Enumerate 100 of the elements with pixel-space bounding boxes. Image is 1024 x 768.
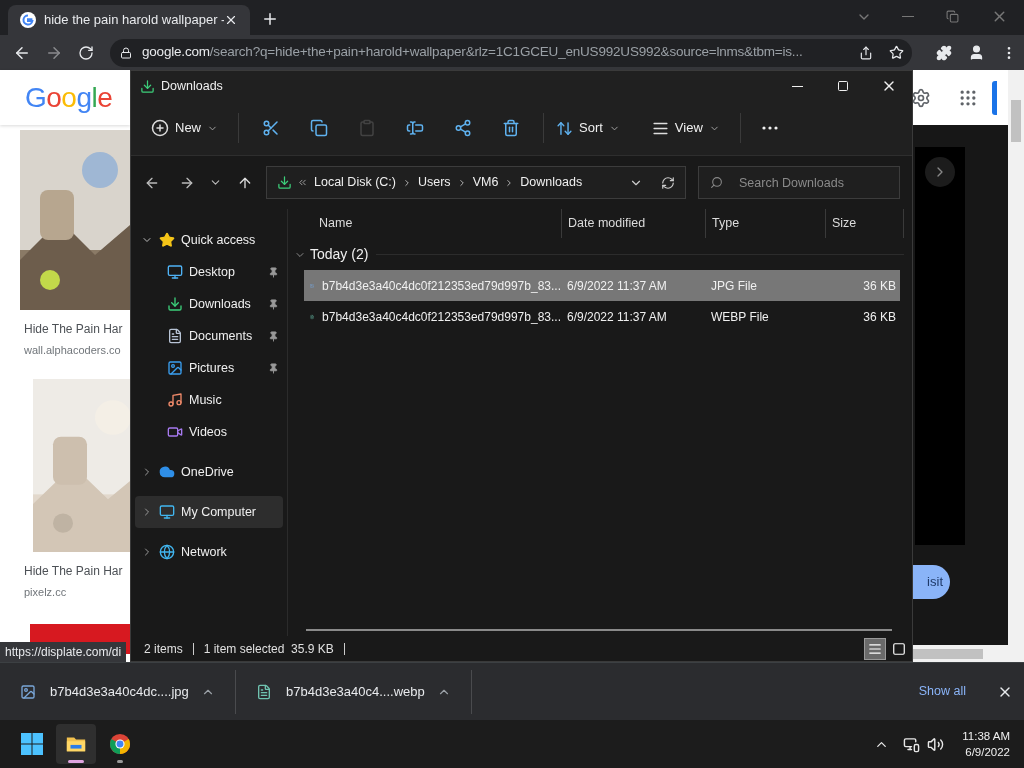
clock-date[interactable]: 6/9/2022 — [965, 744, 1010, 760]
search-field[interactable]: Search Downloads — [698, 166, 900, 199]
share-icon — [454, 119, 472, 137]
monitor-icon — [159, 504, 175, 520]
result-source: pixelz.cc — [24, 584, 68, 600]
document-icon — [167, 328, 183, 344]
google-logo[interactable]: Google — [25, 83, 113, 112]
horizontal-scrollbar[interactable] — [306, 629, 892, 631]
clock-time[interactable]: 11:38 AM — [962, 728, 1010, 744]
column-header[interactable]: Date modified — [561, 209, 705, 238]
nav-item[interactable]: Downloads — [135, 288, 283, 320]
address-bar[interactable]: Local Disk (C:) Users VM6 Downloads — [266, 166, 686, 199]
nav-item[interactable]: My Computer — [135, 496, 283, 528]
nav-item[interactable]: OneDrive — [135, 456, 283, 488]
nav-label: Quick access — [181, 231, 257, 249]
chrome-icon — [109, 733, 131, 755]
sort-button[interactable]: Sort — [548, 111, 628, 145]
image-file-icon — [20, 683, 36, 700]
breadcrumb-item[interactable]: Users — [417, 173, 451, 192]
download-item[interactable]: b7b4d3e3a40c4dc....jpg — [0, 669, 236, 714]
nav-label: Documents — [189, 327, 254, 345]
nav-label: My Computer — [181, 503, 258, 521]
explorer-taskbar-button[interactable] — [56, 724, 96, 764]
result-title[interactable]: Hide The Pain Har — [24, 320, 130, 338]
nav-label: Network — [181, 543, 228, 561]
breadcrumb-item[interactable]: VM6 — [472, 173, 499, 192]
close-icon — [224, 13, 238, 27]
webp-file-icon — [256, 683, 272, 700]
nav-item[interactable]: Pictures — [135, 352, 283, 384]
google-favicon-icon — [20, 12, 36, 28]
lock-icon — [120, 46, 132, 59]
trash-icon — [502, 119, 520, 137]
reload-icon — [78, 44, 94, 61]
nav-item[interactable]: Desktop — [135, 256, 283, 288]
type-cell-text: WEBP File — [710, 308, 770, 326]
download-file-name: b7b4d3e3a40c4dc....jpg — [50, 682, 190, 701]
result-title[interactable]: Hide The Pain Har — [24, 561, 130, 580]
status-url: https://displate.com/di — [0, 642, 127, 662]
nav-label: Music — [189, 391, 223, 409]
nav-label: Desktop — [189, 263, 236, 281]
tiles-view-icon — [892, 641, 906, 656]
copy-icon — [310, 119, 328, 137]
result-source: wall.alphacoders.co — [24, 343, 122, 358]
video-icon — [167, 424, 183, 440]
vertical-scrollbar[interactable] — [1008, 70, 1024, 645]
download-icon — [140, 78, 155, 94]
date-cell-text: 6/9/2022 11:37 AM — [566, 277, 668, 295]
nav-label: OneDrive — [181, 463, 235, 481]
size-cell-text: 36 KB — [862, 308, 897, 326]
nav-label: Pictures — [189, 359, 236, 377]
maximize-icon — [837, 80, 849, 92]
type-cell-text: JPG File — [710, 277, 758, 295]
extensions-icon — [936, 44, 952, 61]
file-name: b7b4d3e3a40c4dc0f212353ed79d997b_83... — [322, 308, 561, 326]
file-row[interactable]: b7b4d3e3a40c4dc0f212353ed79d997b_83... 6/9/2022 11:37 AM JPG File 36 KB — [304, 270, 900, 301]
download-item[interactable]: b7b4d3e3a40c4....webp — [236, 669, 472, 714]
view-button[interactable]: View — [643, 111, 728, 145]
new-button[interactable]: New — [143, 111, 226, 145]
more-icon — [761, 126, 778, 130]
column-header[interactable]: Size — [825, 209, 904, 238]
group-header[interactable]: Today (2) — [310, 244, 369, 265]
file-row[interactable]: b7b4d3e3a40c4dc0f212353ed79d997b_83... 6/9/2022 11:37 AM WEBP File 36 KB — [304, 301, 900, 332]
plus-circle-icon — [151, 119, 169, 137]
show-all-link[interactable]: Show all — [918, 682, 966, 701]
nav-item[interactable]: Quick access — [135, 224, 283, 256]
overflow-icon — [297, 177, 308, 188]
nav-item[interactable]: Music — [135, 384, 283, 416]
horizontal-scrollbar[interactable] — [913, 645, 1024, 662]
network-icon — [903, 735, 921, 753]
volume-icon — [927, 735, 945, 753]
search-icon — [710, 176, 723, 189]
column-header[interactable]: Type — [705, 209, 825, 238]
plus-icon — [261, 10, 279, 28]
network-icon — [159, 544, 175, 560]
details-view-icon — [868, 641, 882, 656]
item-count: 2 items — [144, 640, 183, 658]
breadcrumb-item[interactable]: Downloads — [520, 173, 583, 192]
windows-logo-icon — [20, 732, 44, 756]
nav-item[interactable]: Videos — [135, 416, 283, 448]
nav-item[interactable]: Network — [135, 536, 283, 568]
visit-button[interactable]: isit — [913, 565, 950, 599]
column-header[interactable]: Name — [304, 209, 561, 238]
refresh-icon — [661, 175, 675, 190]
omnibox[interactable]: google.com/search?q=hide+the+pain+harold+wallpaper&rlz=1C1GCEU_enUS992US992&source=lnms&tbm=is... — [110, 38, 912, 67]
browser-tab[interactable]: hide the pain harold wallpaper - — [8, 5, 250, 35]
pictures-icon — [167, 360, 183, 376]
settings-icon — [911, 87, 931, 108]
bookmark-icon — [889, 45, 904, 60]
breadcrumb-item[interactable]: Local Disk (C:) — [314, 173, 396, 192]
nav-item[interactable]: Documents — [135, 320, 283, 352]
download-icon — [277, 175, 292, 190]
star-icon — [159, 232, 175, 248]
details-view-button[interactable] — [864, 637, 886, 660]
cloud-icon — [159, 464, 175, 480]
size-cell-text: 36 KB — [862, 277, 897, 295]
window-title: Downloads — [161, 77, 224, 95]
minimize-icon — [791, 85, 803, 87]
nav-label: Videos — [189, 423, 228, 441]
download-file-name: b7b4d3e3a40c4....webp — [286, 682, 426, 701]
share-icon — [859, 45, 873, 60]
